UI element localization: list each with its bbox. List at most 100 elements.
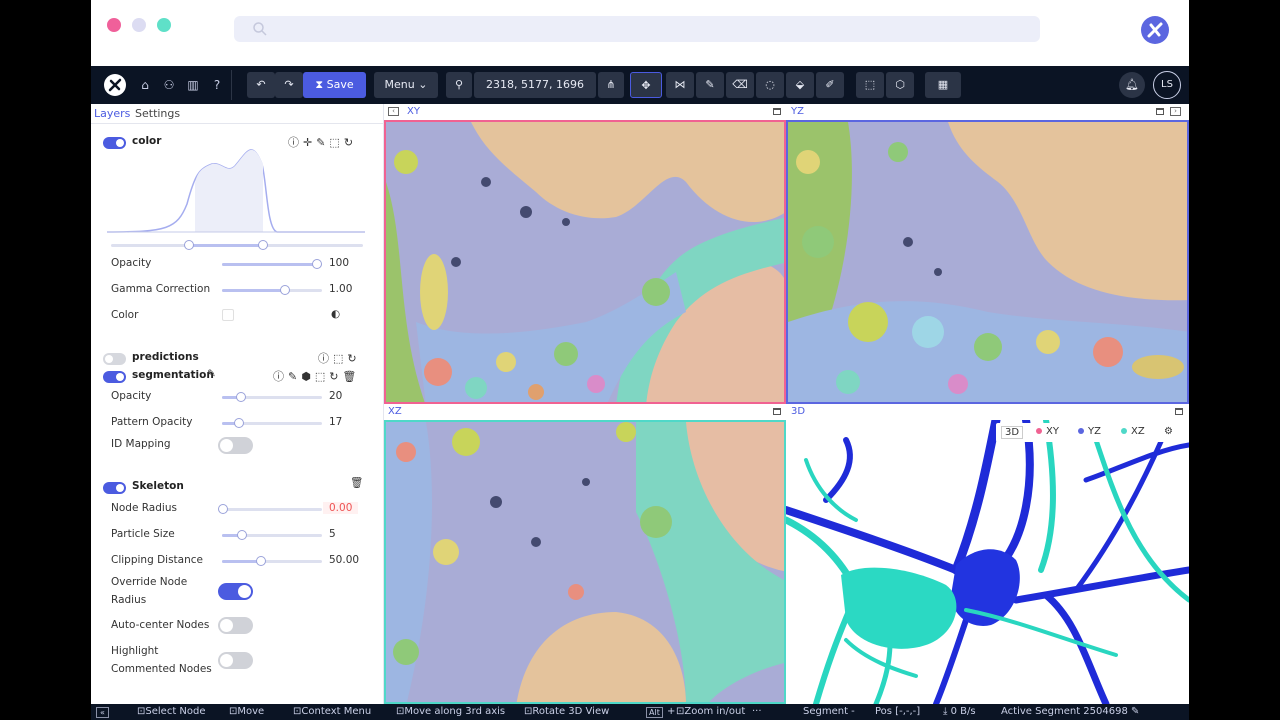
pattern-opacity-slider[interactable] (222, 418, 322, 428)
status-segment: Segment - (803, 706, 855, 717)
auto-center-toggle[interactable] (218, 617, 253, 634)
legend-xy[interactable]: XY (1036, 426, 1059, 437)
position-input[interactable]: 2318, 5177, 1696 (474, 72, 596, 98)
override-node-label: Override Node (111, 576, 188, 588)
gear-icon[interactable]: ⚙ (1164, 426, 1173, 437)
maximize-xz-icon[interactable] (773, 408, 781, 415)
range-max-handle[interactable] (258, 240, 268, 250)
home-icon[interactable]: ⌂ (136, 76, 154, 94)
users-icon[interactable]: ⚇ (160, 76, 178, 94)
range-min-handle[interactable] (184, 240, 194, 250)
invert-color-icon[interactable]: ◐ (331, 308, 340, 320)
status-position: Pos [-,-,-] (875, 706, 921, 717)
clipping-distance-label: Clipping Distance (111, 554, 203, 566)
yz-header: YZ › (787, 104, 1189, 120)
xz-em-image (386, 422, 784, 702)
particle-size-value[interactable]: 5 (329, 528, 336, 540)
user-avatar[interactable]: LS (1153, 71, 1181, 99)
particle-size-slider[interactable] (222, 530, 322, 540)
window-close-dot[interactable] (107, 18, 121, 32)
yz-dot-icon (1078, 428, 1084, 434)
skeleton-layer-name: Skeleton (132, 480, 184, 492)
xz-label: XZ (388, 406, 402, 417)
3d-neuron-render (786, 420, 1189, 704)
picker-tool-button[interactable]: ✐ (816, 72, 844, 98)
histogram-range-slider[interactable] (111, 240, 363, 250)
legend-xz[interactable]: XZ (1121, 426, 1145, 437)
fill-tool-button[interactable]: ⬙ (786, 72, 814, 98)
notifications-bell-icon[interactable]: 🔔︎ (1119, 72, 1145, 98)
skeleton-tool-button[interactable]: ⋈ (666, 72, 694, 98)
eraser-tool-button[interactable]: ⌫ (726, 72, 754, 98)
3d-viewport-legend: 3D XY YZ XZ ⚙ (996, 423, 1181, 442)
clipping-distance-value[interactable]: 50.00 (329, 554, 359, 566)
gamma-slider[interactable] (222, 285, 322, 295)
collapse-right-panel-icon[interactable]: › (1170, 107, 1181, 116)
alt-key: Alt (646, 707, 663, 718)
bounding-box-tool-button[interactable]: ⬚ (856, 72, 884, 98)
save-button[interactable]: ⧗ Save (303, 72, 366, 98)
xz-viewport[interactable] (384, 420, 786, 704)
search-icon (253, 22, 267, 36)
help-icon[interactable]: ? (208, 76, 226, 94)
proofreading-tool-button[interactable]: ⬡ (886, 72, 914, 98)
3d-toggle[interactable]: 3D (1001, 426, 1024, 439)
redo-button[interactable]: ↷ (275, 72, 303, 98)
segmentation-layer-toggle[interactable] (103, 371, 126, 383)
statistics-icon[interactable]: ▥ (184, 76, 202, 94)
address-bar[interactable] (234, 16, 1040, 42)
gamma-value[interactable]: 1.00 (329, 283, 352, 295)
yz-viewport[interactable] (786, 120, 1189, 404)
download-icon: ⤓ (943, 706, 951, 717)
opacity-value[interactable]: 100 (329, 257, 349, 269)
node-radius-value[interactable]: 0.00 (323, 502, 359, 514)
collapse-status-icon[interactable]: « (96, 707, 109, 718)
status-zoom: ⊡Zoom in/out (676, 706, 746, 717)
color-swatch[interactable] (222, 309, 234, 321)
predictions-layer-actions[interactable]: ⓘ⬚↻ (318, 350, 361, 366)
edit-pencil-icon[interactable]: ✎ (207, 368, 216, 380)
highlight-commented-toggle[interactable] (218, 652, 253, 669)
override-node-radius-toggle[interactable] (218, 583, 253, 600)
window-minimize-dot[interactable] (132, 18, 146, 32)
skeleton-layer-toggle[interactable] (103, 482, 126, 494)
brand-logo-icon (1141, 16, 1169, 44)
status-context-menu: ⊡Context Menu (293, 706, 372, 717)
move-tool-button[interactable]: ✥ (630, 72, 662, 98)
maximize-3d-icon[interactable] (1175, 408, 1183, 415)
seg-opacity-slider[interactable] (222, 392, 322, 402)
maximize-yz-icon[interactable] (1156, 108, 1164, 115)
tab-settings[interactable]: Settings (135, 107, 180, 120)
segmentation-layer-actions[interactable]: ⓘ✎⬢⬚↻🗑︎ (273, 368, 360, 384)
xy-viewport[interactable] (384, 120, 786, 404)
share-button[interactable]: ⋔ (598, 72, 624, 98)
delete-skeleton-icon[interactable]: 🗑︎ (350, 476, 363, 489)
opacity-slider[interactable] (222, 259, 322, 269)
undo-button[interactable]: ↶ (247, 72, 275, 98)
status-speed: ⤓ 0 B/s (943, 706, 976, 717)
brush-tool-button[interactable]: ✎ (696, 72, 724, 98)
node-radius-label: Node Radius (111, 502, 177, 514)
tab-layers[interactable]: Layers (94, 107, 130, 120)
seg-opacity-value[interactable]: 20 (329, 390, 342, 402)
edit-segment-icon[interactable]: ✎ (1131, 706, 1139, 717)
node-radius-slider[interactable] (218, 504, 322, 514)
clipping-distance-slider[interactable] (222, 556, 322, 566)
pattern-opacity-label: Pattern Opacity (111, 416, 193, 428)
pin-position-button[interactable]: ⚲ (446, 72, 472, 98)
more-shortcuts[interactable]: ··· (752, 706, 762, 717)
yz-em-image (788, 122, 1187, 402)
collapse-panel-icon[interactable]: ‹ (388, 107, 399, 116)
lasso-tool-button[interactable]: ◌ (756, 72, 784, 98)
pattern-opacity-value[interactable]: 17 (329, 416, 342, 428)
opacity-label: Opacity (111, 257, 152, 269)
id-mapping-toggle[interactable] (218, 437, 253, 454)
webknossos-logo-icon[interactable] (103, 73, 127, 97)
legend-yz[interactable]: YZ (1078, 426, 1101, 437)
window-maximize-dot[interactable] (157, 18, 171, 32)
predictions-layer-toggle[interactable] (103, 353, 126, 365)
maximize-xy-icon[interactable] (773, 108, 781, 115)
menu-dropdown[interactable]: Menu ⌄ (374, 72, 438, 98)
3d-viewport[interactable] (786, 420, 1189, 704)
layout-button[interactable]: ▦ (925, 72, 961, 98)
